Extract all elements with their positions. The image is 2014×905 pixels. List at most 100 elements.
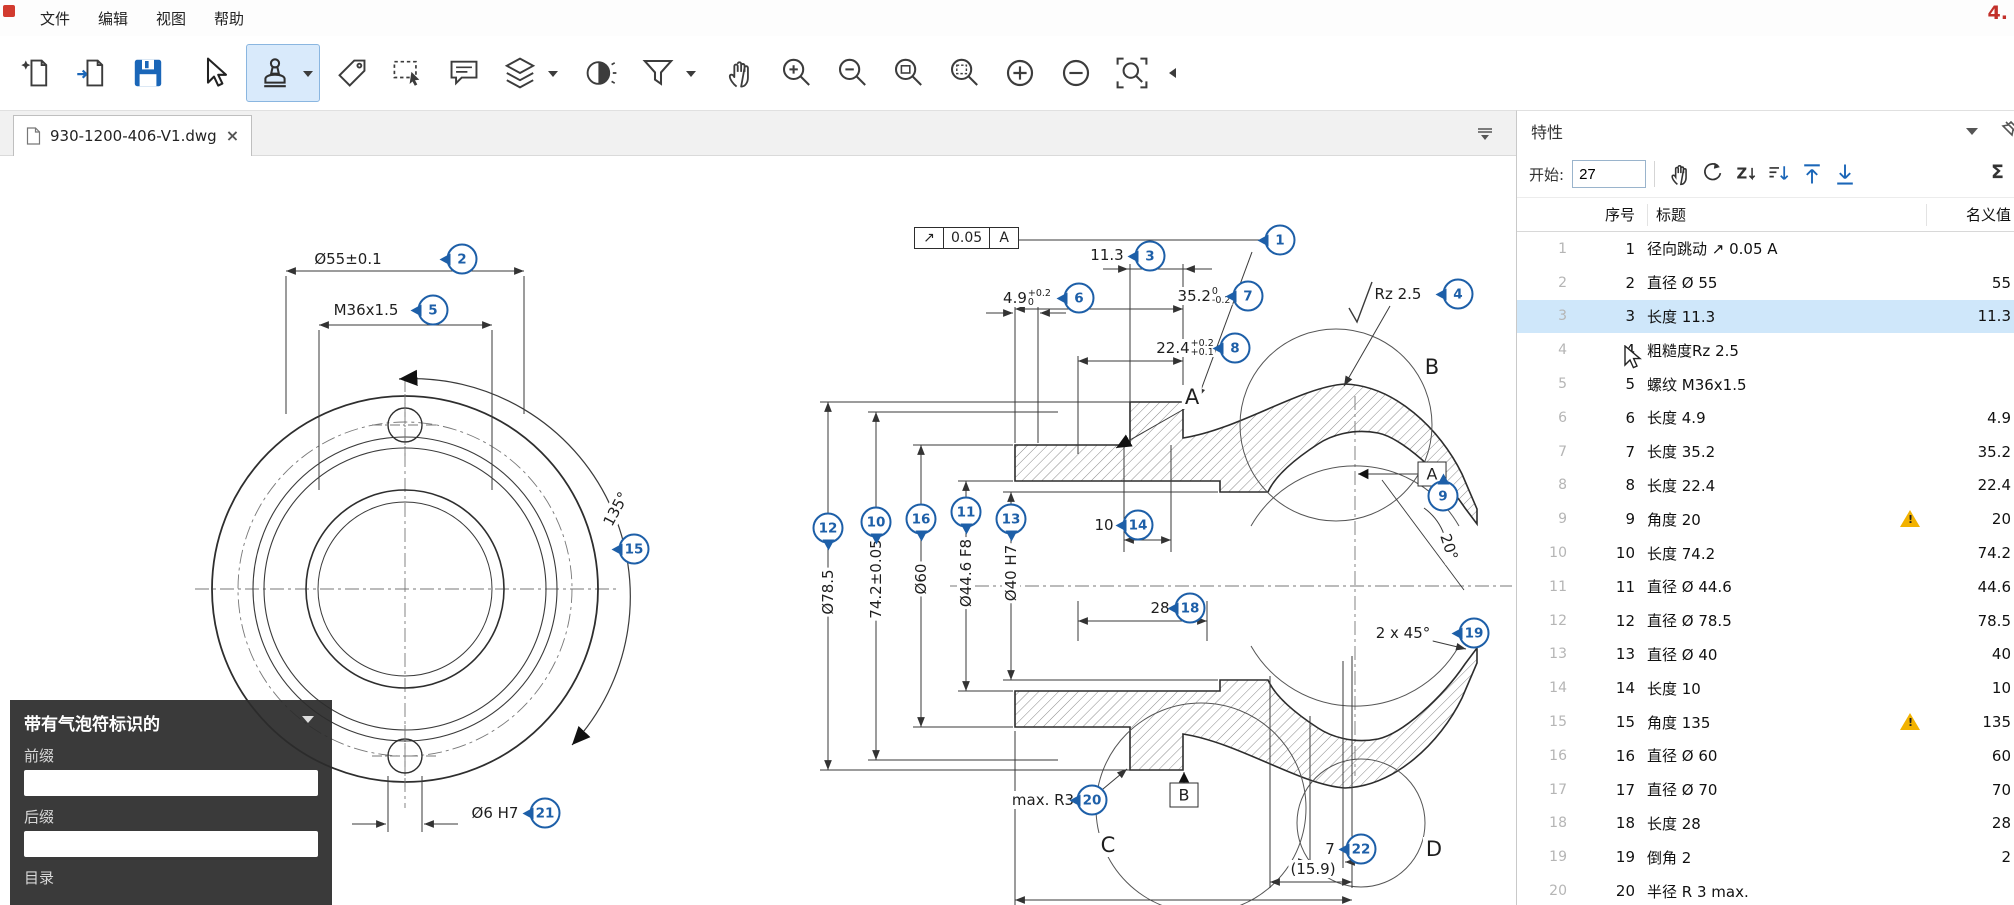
layers-button[interactable]: [494, 44, 546, 102]
decrease-button[interactable]: [1050, 44, 1102, 102]
balloon-20[interactable]: 20: [1077, 785, 1108, 816]
property-row[interactable]: 1717直径 Ø 7070: [1517, 773, 2014, 807]
property-row[interactable]: 2020半径 R 3 max.: [1517, 874, 2014, 905]
column-nominal[interactable]: 名义值: [1926, 204, 2014, 226]
balloon-number: 11: [957, 504, 976, 520]
sum-button[interactable]: Σ: [1991, 161, 2004, 183]
property-row[interactable]: 1010长度 74.274.2: [1517, 536, 2014, 570]
properties-dropdown-icon[interactable]: [1966, 128, 1978, 141]
balloon-5[interactable]: 5: [418, 295, 449, 326]
move-to-bottom-button[interactable]: [1828, 157, 1861, 191]
grab-button[interactable]: [1663, 157, 1696, 191]
balloon-10[interactable]: 10: [861, 507, 892, 538]
property-row[interactable]: 1212直径 Ø 78.578.5: [1517, 604, 2014, 638]
balloon-22[interactable]: 22: [1346, 834, 1377, 865]
layers-dropdown-icon[interactable]: [548, 71, 558, 82]
property-row[interactable]: 77长度 35.235.2: [1517, 435, 2014, 469]
property-row[interactable]: 33长度 11.311.3: [1517, 300, 2014, 334]
balloon-6[interactable]: 6: [1064, 283, 1095, 314]
property-row[interactable]: 1313直径 Ø 4040: [1517, 638, 2014, 672]
property-row[interactable]: 55螺纹 M36x1.5: [1517, 367, 2014, 401]
filter-dropdown-icon[interactable]: [686, 71, 696, 82]
balloon-3[interactable]: 3: [1135, 241, 1166, 272]
property-row[interactable]: 1111直径 Ø 44.644.6: [1517, 570, 2014, 604]
menu-item[interactable]: 编辑: [84, 8, 142, 29]
balloon-13[interactable]: 13: [996, 504, 1027, 535]
row-gutter-number: 5: [1517, 376, 1577, 392]
application-window: 文件编辑视图帮助 4.: [0, 0, 2014, 905]
open-document-button[interactable]: [66, 44, 118, 102]
marquee-select-button[interactable]: [382, 44, 434, 102]
property-row[interactable]: 99角度 20!20: [1517, 502, 2014, 536]
prefix-input[interactable]: [24, 770, 318, 796]
balloon-4[interactable]: 4: [1443, 279, 1474, 310]
property-row[interactable]: 66长度 4.94.9: [1517, 401, 2014, 435]
select-cursor-button[interactable]: [188, 44, 240, 102]
balloon-21[interactable]: 21: [530, 798, 561, 829]
row-nominal-value: 60: [1926, 747, 2014, 765]
zoom-in-button[interactable]: [770, 44, 822, 102]
balloon-18[interactable]: 18: [1175, 593, 1206, 624]
balloon-16[interactable]: 16: [906, 504, 937, 535]
increase-icon: [1002, 55, 1038, 91]
property-row[interactable]: 22直径 Ø 5555: [1517, 266, 2014, 300]
property-row[interactable]: 1515角度 135!135: [1517, 705, 2014, 739]
pin-icon[interactable]: [1998, 119, 2014, 145]
tag-button[interactable]: [326, 44, 378, 102]
property-row[interactable]: 1616直径 Ø 6060: [1517, 739, 2014, 773]
balloon-11[interactable]: 11: [951, 497, 982, 528]
directory-label: 目录: [24, 867, 318, 888]
balloon-stamp-button[interactable]: [249, 44, 301, 102]
row-index: 19: [1577, 848, 1647, 866]
z-order-button[interactable]: Z: [1729, 157, 1762, 191]
move-to-top-button[interactable]: [1795, 157, 1828, 191]
tab-close-icon[interactable]: ×: [226, 128, 239, 144]
balloon-2[interactable]: 2: [447, 244, 478, 275]
filter-button[interactable]: [632, 44, 684, 102]
property-row[interactable]: 1919倒角 22: [1517, 840, 2014, 874]
menu-item[interactable]: 文件: [26, 8, 84, 29]
balloon-12[interactable]: 12: [813, 513, 844, 544]
marquee-select-icon: [391, 56, 425, 90]
suffix-input[interactable]: [24, 831, 318, 857]
balloon-1[interactable]: 1: [1265, 225, 1296, 256]
balloon-15[interactable]: 15: [619, 534, 650, 565]
property-row[interactable]: 11径向跳动 ↗ 0.05 A: [1517, 232, 2014, 266]
shading-button[interactable]: [576, 44, 628, 102]
start-index-input[interactable]: [1572, 160, 1646, 188]
properties-rows: 11径向跳动 ↗ 0.05 A22直径 Ø 555533长度 11.311.34…: [1517, 232, 2014, 905]
new-document-button[interactable]: [10, 44, 62, 102]
property-row[interactable]: 1818长度 2828: [1517, 807, 2014, 841]
balloon-9[interactable]: 9: [1428, 481, 1459, 512]
tab-list-button[interactable]: [1472, 123, 1498, 145]
balloon-7[interactable]: 7: [1233, 281, 1264, 312]
column-index[interactable]: 序号: [1577, 204, 1647, 225]
panel-collapse-icon[interactable]: [302, 716, 314, 729]
property-row[interactable]: 88长度 22.422.4: [1517, 469, 2014, 503]
menu-item[interactable]: 帮助: [200, 8, 258, 29]
zoom-window-button[interactable]: [938, 44, 990, 102]
zoom-selection-button[interactable]: [1106, 44, 1158, 102]
balloon-14[interactable]: 14: [1123, 510, 1154, 541]
collapse-arrow-icon[interactable]: [1164, 68, 1176, 78]
save-button[interactable]: [122, 44, 174, 102]
comment-button[interactable]: [438, 44, 490, 102]
property-row[interactable]: 1414长度 1010: [1517, 671, 2014, 705]
balloon-19[interactable]: 19: [1459, 618, 1490, 649]
zoom-out-button[interactable]: [826, 44, 878, 102]
property-row[interactable]: 44粗糙度Rz 2.5: [1517, 333, 2014, 367]
sort-button[interactable]: [1762, 157, 1795, 191]
balloon-stamp-dropdown-icon[interactable]: [303, 71, 313, 82]
zoom-extents-button[interactable]: [882, 44, 934, 102]
move-top-icon: [1799, 161, 1825, 187]
renumber-button[interactable]: [1696, 157, 1729, 191]
row-gutter-number: 3: [1517, 308, 1577, 324]
row-index: 9: [1577, 510, 1647, 528]
balloon-leader-arrow-icon: [1437, 468, 1449, 485]
column-title[interactable]: 标题: [1647, 204, 1896, 226]
increase-button[interactable]: [994, 44, 1046, 102]
menu-item[interactable]: 视图: [142, 8, 200, 29]
pan-button[interactable]: [714, 44, 766, 102]
document-tab[interactable]: 930-1200-406-V1.dwg ×: [13, 115, 252, 156]
balloon-8[interactable]: 8: [1220, 333, 1251, 364]
